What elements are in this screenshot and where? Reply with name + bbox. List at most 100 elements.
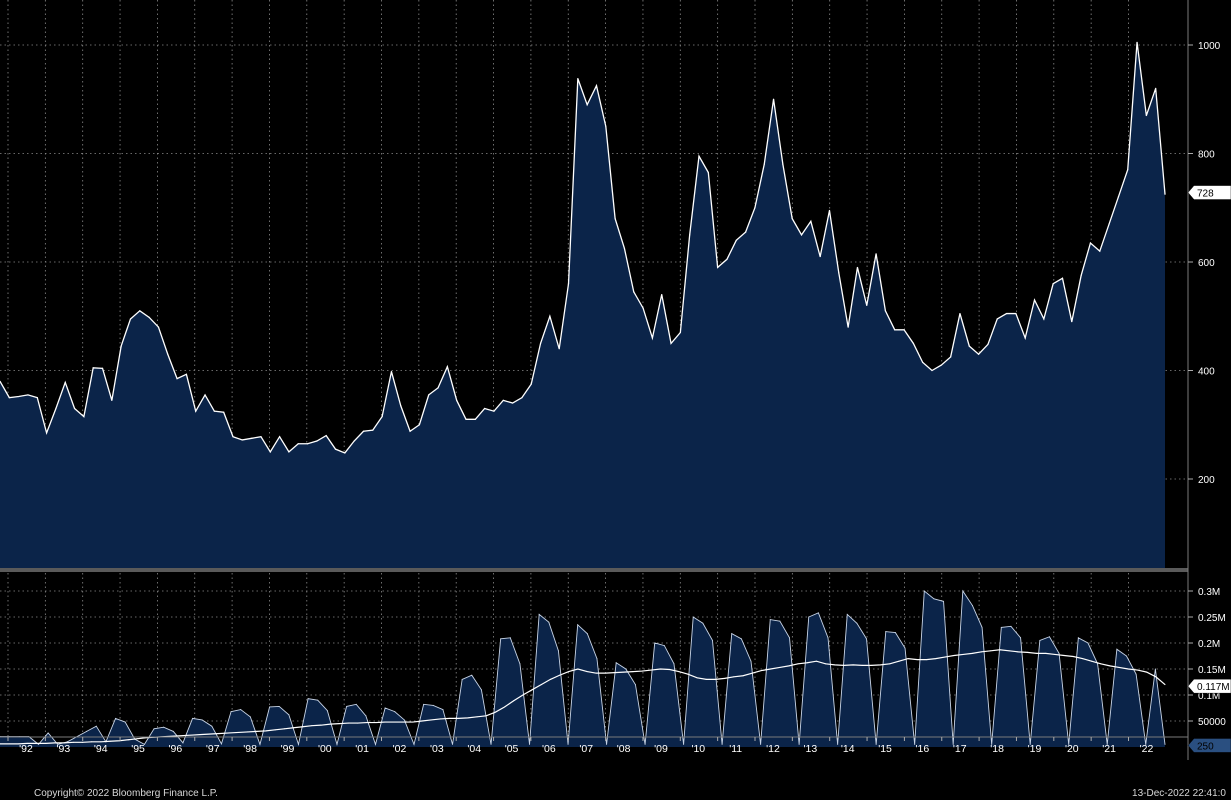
- x-tick-label: '93: [57, 743, 71, 755]
- lower-average-point: [228, 732, 230, 734]
- lower-volume-point: [240, 709, 242, 711]
- lower-average-point: [604, 672, 606, 674]
- upper-y-tick-label: 800: [1198, 150, 1215, 161]
- upper-data-point: [167, 353, 169, 355]
- upper-data-point: [698, 155, 700, 157]
- lower-average-point: [944, 656, 946, 658]
- upper-data-point: [1108, 223, 1110, 225]
- upper-data-point: [400, 405, 402, 407]
- upper-data-point: [176, 378, 178, 380]
- lower-average-point: [834, 664, 836, 666]
- upper-data-point: [996, 318, 998, 320]
- upper-data-point: [139, 310, 141, 312]
- x-tick-label: '96: [169, 743, 183, 755]
- x-tick-label: '17: [953, 743, 967, 755]
- upper-last-value-tag: 728: [1187, 185, 1231, 200]
- x-tick-label: '13: [804, 743, 818, 755]
- lower-average-point: [733, 676, 735, 678]
- lower-volume-point: [789, 637, 791, 639]
- upper-data-point: [689, 234, 691, 236]
- lower-average-point: [293, 727, 295, 729]
- lower-average-last-tag: 0.117M: [1187, 678, 1231, 694]
- upper-data-point: [763, 163, 765, 165]
- lower-volume-point: [798, 743, 800, 745]
- lower-volume-last-tag: 250: [1187, 738, 1231, 753]
- upper-data-point: [595, 85, 598, 87]
- lower-volume-point: [1087, 642, 1089, 644]
- upper-data-point: [8, 397, 10, 399]
- upper-y-tick-label: 600: [1198, 258, 1215, 269]
- lower-volume-point: [711, 639, 713, 641]
- lower-volume-point: [644, 743, 646, 745]
- upper-data-point: [223, 411, 225, 413]
- lower-average-point: [338, 723, 340, 725]
- lower-volume-point: [586, 633, 588, 635]
- lower-volume-point: [461, 678, 463, 680]
- lower-average-point: [1146, 671, 1148, 673]
- x-tick-label: '01: [355, 743, 369, 755]
- lower-average-point: [36, 742, 38, 744]
- upper-data-point: [129, 318, 132, 320]
- x-tick-label: '98: [243, 743, 257, 755]
- upper-data-point: [931, 369, 933, 372]
- lower-average-point: [256, 730, 258, 732]
- upper-data-point: [735, 239, 737, 241]
- upper-data-point: [875, 253, 877, 255]
- lower-average-point: [632, 671, 634, 673]
- lower-volume-point: [692, 616, 694, 618]
- lower-average-point: [458, 717, 460, 719]
- x-tick-label: '03: [430, 743, 444, 755]
- lower-volume-point: [827, 637, 829, 639]
- lower-volume-point: [1154, 668, 1156, 670]
- x-tick-label: '04: [467, 743, 481, 755]
- lower-average-point: [806, 662, 808, 664]
- upper-data-point: [940, 364, 942, 366]
- lower-volume-point: [962, 590, 964, 592]
- x-tick-label: '99: [281, 743, 295, 755]
- lower-volume-point: [1116, 648, 1118, 650]
- upper-data-point: [409, 430, 411, 432]
- upper-last-value-tag-text: 728: [1197, 189, 1214, 200]
- lower-volume-point: [923, 590, 925, 592]
- lower-average-point: [357, 722, 359, 724]
- lower-volume-point: [211, 725, 213, 727]
- upper-data-point: [959, 312, 961, 315]
- lower-average-point: [540, 684, 542, 686]
- lower-volume-point: [894, 632, 896, 634]
- lower-average-point: [696, 677, 698, 679]
- lower-average-point: [238, 731, 240, 733]
- upper-data-point: [185, 373, 187, 375]
- lower-volume-point: [548, 621, 550, 623]
- upper-data-point: [549, 315, 551, 317]
- lower-volume-point: [721, 743, 723, 745]
- x-tick-label: '19: [1028, 743, 1042, 755]
- lower-volume-point: [866, 638, 868, 640]
- lower-average-point: [109, 740, 111, 742]
- upper-data-point: [521, 397, 523, 399]
- upper-data-point: [195, 410, 197, 412]
- lower-volume-point: [529, 743, 531, 745]
- lower-volume-point: [249, 716, 251, 718]
- upper-data-point: [1155, 87, 1157, 89]
- lower-volume-point: [442, 709, 444, 711]
- upper-data-point: [213, 410, 215, 412]
- upper-data-point: [912, 342, 914, 344]
- upper-data-point: [446, 366, 448, 368]
- lower-volume-point: [943, 600, 945, 602]
- lower-volume-point: [904, 647, 906, 649]
- lower-volume-point: [432, 704, 434, 706]
- upper-data-point: [46, 432, 48, 434]
- lower-average-point: [779, 666, 781, 668]
- lower-average-point: [1036, 652, 1038, 654]
- lower-volume-point: [192, 717, 194, 719]
- lower-average-point: [274, 729, 276, 731]
- upper-data-point: [782, 163, 784, 165]
- lower-volume-point: [47, 732, 49, 734]
- upper-data-point: [1033, 299, 1036, 301]
- upper-data-point: [241, 439, 243, 441]
- lower-average-point: [852, 664, 854, 666]
- upper-data-point: [726, 258, 728, 260]
- upper-data-point: [1043, 318, 1045, 320]
- upper-data-point: [856, 266, 859, 269]
- lower-volume-point: [509, 637, 511, 639]
